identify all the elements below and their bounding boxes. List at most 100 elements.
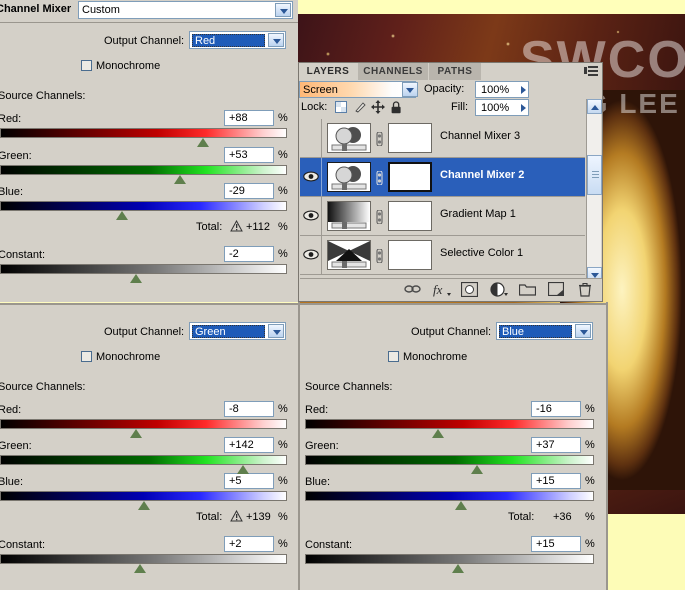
new-group-icon[interactable] [518,282,537,298]
layer-name: Channel Mixer 2 [440,169,525,181]
eye-icon[interactable] [303,171,319,185]
layer-mask-thumbnail[interactable] [388,162,432,192]
panel-right-edge [606,302,608,590]
slider-input-red[interactable]: -16 [531,401,581,417]
link-layers-icon[interactable] [404,282,421,298]
constant-input[interactable]: -2 [224,246,274,262]
chevron-down-icon[interactable] [268,33,284,47]
slider-track-red[interactable] [0,419,287,429]
blend-mode-dropdown[interactable]: Screen [299,81,416,98]
lock-image-icon[interactable] [354,101,367,114]
output-channel-dropdown[interactable]: Blue [496,322,593,340]
slider-input-blue[interactable]: +15 [531,473,581,489]
slider-track-blue[interactable] [0,201,287,211]
chevron-down-icon[interactable] [402,82,418,97]
monochrome-checkbox[interactable] [81,60,92,71]
opacity-input[interactable]: 100% [475,81,529,98]
link-mask-icon[interactable] [374,131,385,147]
layer-thumbnail-channel-mixer[interactable] [327,123,371,153]
constant-input[interactable]: +2 [224,536,274,552]
scrollbar-thumb[interactable] [587,155,602,195]
fill-input[interactable]: 100% [475,99,529,116]
link-mask-icon[interactable] [374,170,385,186]
visibility-cell[interactable] [300,197,322,235]
link-mask-icon[interactable] [374,248,385,264]
chevron-down-icon[interactable] [275,3,291,17]
slider-input-green[interactable]: +53 [224,147,274,163]
opacity-stepper-arrow[interactable] [521,86,526,94]
slider-thumb-blue[interactable] [138,501,151,510]
chevron-down-icon[interactable] [268,324,284,338]
slider-track-blue[interactable] [305,491,594,501]
slider-input-red[interactable]: +88 [224,110,274,126]
slider-track-green[interactable] [0,165,287,175]
slider-input-green[interactable]: +37 [531,437,581,453]
add-mask-icon[interactable] [460,281,479,298]
eye-icon[interactable] [303,210,319,224]
slider-track-red[interactable] [0,128,287,138]
tab-channels[interactable]: CHANNELS [358,63,428,80]
slider-input-blue[interactable]: -29 [224,183,274,199]
palette-menu-icon[interactable] [584,66,598,77]
preset-dropdown[interactable]: Custom [78,1,293,19]
monochrome-checkbox[interactable] [81,351,92,362]
lock-position-icon[interactable] [371,100,385,114]
lock-all-icon[interactable] [390,101,403,114]
slider-thumb-green[interactable] [174,175,187,184]
slider-thumb-green[interactable] [471,465,484,474]
monochrome-checkbox[interactable] [388,351,399,362]
total-label: Total: [508,511,535,523]
layer-style-fx-icon[interactable]: fx [433,282,451,298]
slider-input-red[interactable]: -8 [224,401,274,417]
layer-mask-thumbnail[interactable] [388,201,432,231]
slider-track-green[interactable] [305,455,594,465]
constant-track[interactable] [0,264,287,274]
slider-thumb-green[interactable] [237,465,250,474]
layer-row-channel-mixer-3[interactable]: Channel Mixer 3 [300,119,585,158]
eye-icon[interactable] [303,249,319,263]
slider-track-red[interactable] [305,419,594,429]
visibility-cell[interactable] [300,119,322,157]
constant-thumb[interactable] [130,274,143,283]
slider-input-blue[interactable]: +5 [224,473,274,489]
chevron-down-icon[interactable] [575,324,591,338]
layer-thumbnail-gradient-map[interactable] [327,201,371,231]
output-channel-dropdown[interactable]: Green [189,322,286,340]
layer-thumbnail-channel-mixer[interactable] [327,162,371,192]
lock-transparency-icon[interactable] [335,101,348,114]
constant-track[interactable] [305,554,594,564]
new-adjustment-layer-icon[interactable] [490,282,508,298]
tab-paths[interactable]: PATHS [429,63,481,80]
slider-input-green[interactable]: +142 [224,437,274,453]
layer-mask-thumbnail[interactable] [388,123,432,153]
constant-thumb[interactable] [452,564,465,573]
slider-thumb-red[interactable] [432,429,445,438]
fill-stepper-arrow[interactable] [521,104,526,112]
layer-row-selective-color-1[interactable]: Selective Color 1 [300,236,585,275]
slider-track-blue[interactable] [0,491,287,501]
constant-input[interactable]: +15 [531,536,581,552]
slider-thumb-red[interactable] [130,429,143,438]
slider-track-green[interactable] [0,455,287,465]
output-channel-dropdown[interactable]: Red [189,31,286,49]
slider-thumb-blue[interactable] [455,501,468,510]
scroll-up-button[interactable] [587,99,602,114]
constant-thumb[interactable] [134,564,147,573]
layer-row-channel-mixer-2[interactable]: Channel Mixer 2 [300,158,585,197]
slider-thumb-red[interactable] [197,138,210,147]
tab-layers[interactable]: LAYERS [299,63,357,80]
fill-value: 100% [481,102,510,114]
percent-sign-green: % [585,439,595,451]
new-layer-icon[interactable] [547,281,565,298]
layer-mask-thumbnail[interactable] [388,240,432,270]
layer-row-gradient-map-1[interactable]: Gradient Map 1 [300,197,585,236]
delete-layer-icon[interactable] [578,282,595,298]
constant-label: Constant: [305,539,353,551]
layer-thumbnail-selective-color[interactable] [327,240,371,270]
visibility-cell[interactable] [300,158,322,196]
slider-thumb-blue[interactable] [116,211,129,220]
visibility-cell[interactable] [300,236,322,274]
link-mask-icon[interactable] [374,209,385,225]
constant-track[interactable] [0,554,287,564]
layers-scrollbar[interactable] [586,99,602,282]
